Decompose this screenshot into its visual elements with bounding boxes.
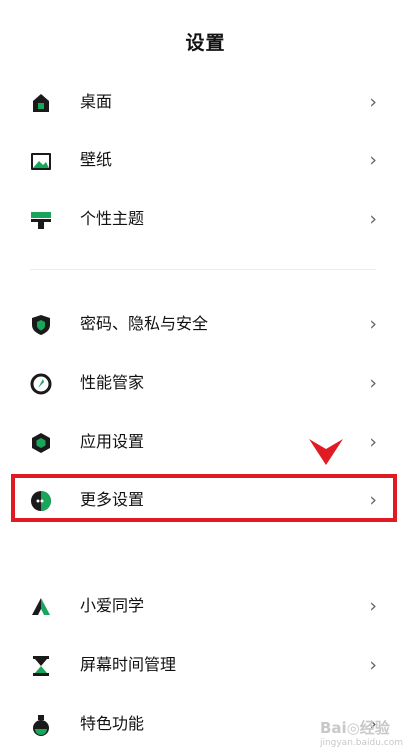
chevron-right-icon: › <box>369 431 377 453</box>
xiaoai-icon <box>32 598 50 615</box>
home-icon <box>33 94 49 112</box>
chevron-right-icon: › <box>369 654 377 676</box>
settings-item-app-settings[interactable]: 应用设置 › <box>0 414 411 470</box>
chevron-right-icon: › <box>369 91 377 113</box>
app-settings-icon <box>32 433 50 453</box>
settings-item-wallpaper[interactable]: 壁纸 › <box>0 132 411 188</box>
chevron-right-icon: › <box>369 595 377 617</box>
highlight-box <box>11 474 397 522</box>
settings-item-performance[interactable]: 性能管家 › <box>0 355 411 411</box>
page-title: 设置 <box>185 32 226 54</box>
theme-icon <box>31 212 51 229</box>
performance-icon <box>30 373 52 395</box>
settings-item-privacy-security[interactable]: 密码、隐私与安全 › <box>0 296 411 352</box>
settings-item-label: 小爱同学 <box>80 596 145 615</box>
settings-item-screen-time[interactable]: 屏幕时间管理 › <box>0 637 411 693</box>
section-divider <box>30 269 376 270</box>
chevron-right-icon: › <box>369 208 377 230</box>
flask-icon <box>33 715 49 736</box>
settings-item-label: 个性主题 <box>80 209 145 228</box>
settings-item-theme[interactable]: 个性主题 › <box>0 191 411 247</box>
chevron-right-icon: › <box>369 372 377 394</box>
settings-item-label: 应用设置 <box>80 432 145 451</box>
chevron-right-icon: › <box>369 313 377 335</box>
settings-item-label: 特色功能 <box>80 714 145 733</box>
watermark: Bai◎经验 jingyan.baidu.com <box>320 717 403 748</box>
wallpaper-icon <box>31 153 51 170</box>
settings-item-label: 屏幕时间管理 <box>80 655 177 674</box>
settings-item-label: 桌面 <box>80 92 113 111</box>
settings-item-label: 性能管家 <box>80 373 145 392</box>
watermark-text: Bai◎经验 <box>319 719 390 737</box>
shield-icon <box>32 315 50 335</box>
hourglass-icon <box>33 656 49 676</box>
settings-item-xiaoai[interactable]: 小爱同学 › <box>0 578 411 634</box>
arrow-down-icon <box>309 439 343 465</box>
watermark-subtext: jingyan.baidu.com <box>319 738 403 748</box>
settings-item-label: 密码、隐私与安全 <box>80 314 209 333</box>
settings-item-desktop[interactable]: 桌面 › <box>0 74 411 130</box>
chevron-right-icon: › <box>369 149 377 171</box>
settings-item-label: 壁纸 <box>80 150 113 169</box>
